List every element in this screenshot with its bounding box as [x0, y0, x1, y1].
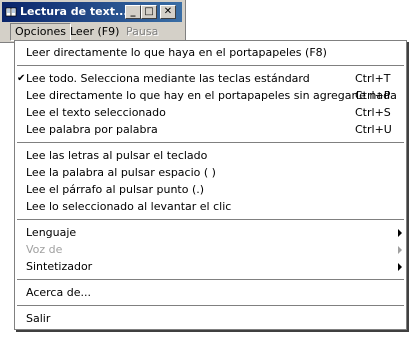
title-bar[interactable]: Lectura de text... _ □ ✕	[2, 2, 182, 22]
menu-item-shortcut: Ctrl+U	[355, 123, 392, 136]
menu-item-label: Lee el texto seleccionado	[26, 106, 166, 119]
menu-item-label: Sintetizador	[26, 260, 93, 273]
menu-item[interactable]: Lee las letras al pulsar el teclado	[15, 147, 406, 164]
menu-bar: Opciones Leer (F9) Pausa	[2, 23, 182, 41]
menu-item-label: Lee lo seleccionado al levantar el clic	[26, 200, 232, 213]
menu-item[interactable]: Lee el texto seleccionado Ctrl+S	[15, 104, 406, 121]
menu-item-label: Leer directamente lo que haya en el port…	[26, 46, 327, 59]
submenu-arrow-icon	[398, 229, 402, 237]
menu-item[interactable]: Lee la palabra al pulsar espacio ( )	[15, 164, 406, 181]
menu-item-label: Lee palabra por palabra	[26, 123, 158, 136]
minimize-icon: _	[130, 6, 136, 17]
menu-item[interactable]: Lee palabra por palabra Ctrl+U	[15, 121, 406, 138]
menu-separator	[17, 65, 404, 67]
menu-item[interactable]: Lenguaje	[15, 224, 406, 241]
menu-item-label: Lee las letras al pulsar el teclado	[26, 149, 208, 162]
menu-item-shortcut: Ctrl+S	[355, 106, 391, 119]
app-window: Lectura de text... _ □ ✕ Opciones Leer (…	[0, 0, 186, 43]
menu-item[interactable]: Lee el párrafo al pulsar punto (.)	[15, 181, 406, 198]
menu-pausa[interactable]: Pausa	[122, 23, 162, 41]
menu-separator	[17, 142, 404, 144]
menu-item-label: Salir	[26, 312, 51, 325]
menu-item[interactable]: Lee lo seleccionado al levantar el clic	[15, 198, 406, 215]
menu-item[interactable]: Sintetizador	[15, 258, 406, 275]
checkmark-icon: ✔	[17, 73, 26, 84]
submenu-arrow-icon	[398, 263, 402, 271]
menu-item[interactable]: Salir	[15, 310, 406, 327]
menu-item-label: Lee el párrafo al pulsar punto (.)	[26, 183, 205, 196]
menu-item-shortcut: Ctrl+T	[355, 72, 391, 85]
maximize-button[interactable]: □	[141, 5, 157, 19]
menu-opciones[interactable]: Opciones	[10, 23, 71, 41]
menu-item[interactable]: Lee directamente lo que hay en el portap…	[15, 87, 406, 104]
opciones-dropdown-menu: Leer directamente lo que haya en el port…	[14, 40, 407, 330]
minimize-button[interactable]: _	[125, 5, 141, 19]
menu-separator	[17, 279, 404, 281]
menu-item-label: Voz de	[26, 243, 63, 256]
menu-item[interactable]: Voz de	[15, 241, 406, 258]
menu-item-label: Lenguaje	[26, 226, 77, 239]
menu-item[interactable]: Acerca de...	[15, 284, 406, 301]
menu-item-shortcut: Ctrl+P	[355, 89, 391, 102]
close-icon: ✕	[163, 6, 173, 17]
book-icon	[5, 7, 17, 17]
menu-item-label: Lee directamente lo que hay en el portap…	[26, 89, 397, 102]
menu-separator	[17, 305, 404, 307]
menu-item[interactable]: ✔ Lee todo. Selecciona mediante las tecla…	[15, 70, 406, 87]
close-button[interactable]: ✕	[160, 5, 176, 19]
menu-leer[interactable]: Leer (F9)	[66, 23, 123, 41]
menu-item-label: Lee la palabra al pulsar espacio ( )	[26, 166, 216, 179]
menu-item-label: Acerca de...	[26, 286, 91, 299]
maximize-icon: □	[144, 6, 154, 17]
menu-item[interactable]: Leer directamente lo que haya en el port…	[15, 44, 406, 61]
window-title: Lectura de text...	[20, 5, 128, 18]
menu-separator	[17, 219, 404, 221]
submenu-arrow-icon	[398, 246, 402, 254]
menu-item-label: Lee todo. Selecciona mediante las teclas…	[26, 72, 310, 85]
